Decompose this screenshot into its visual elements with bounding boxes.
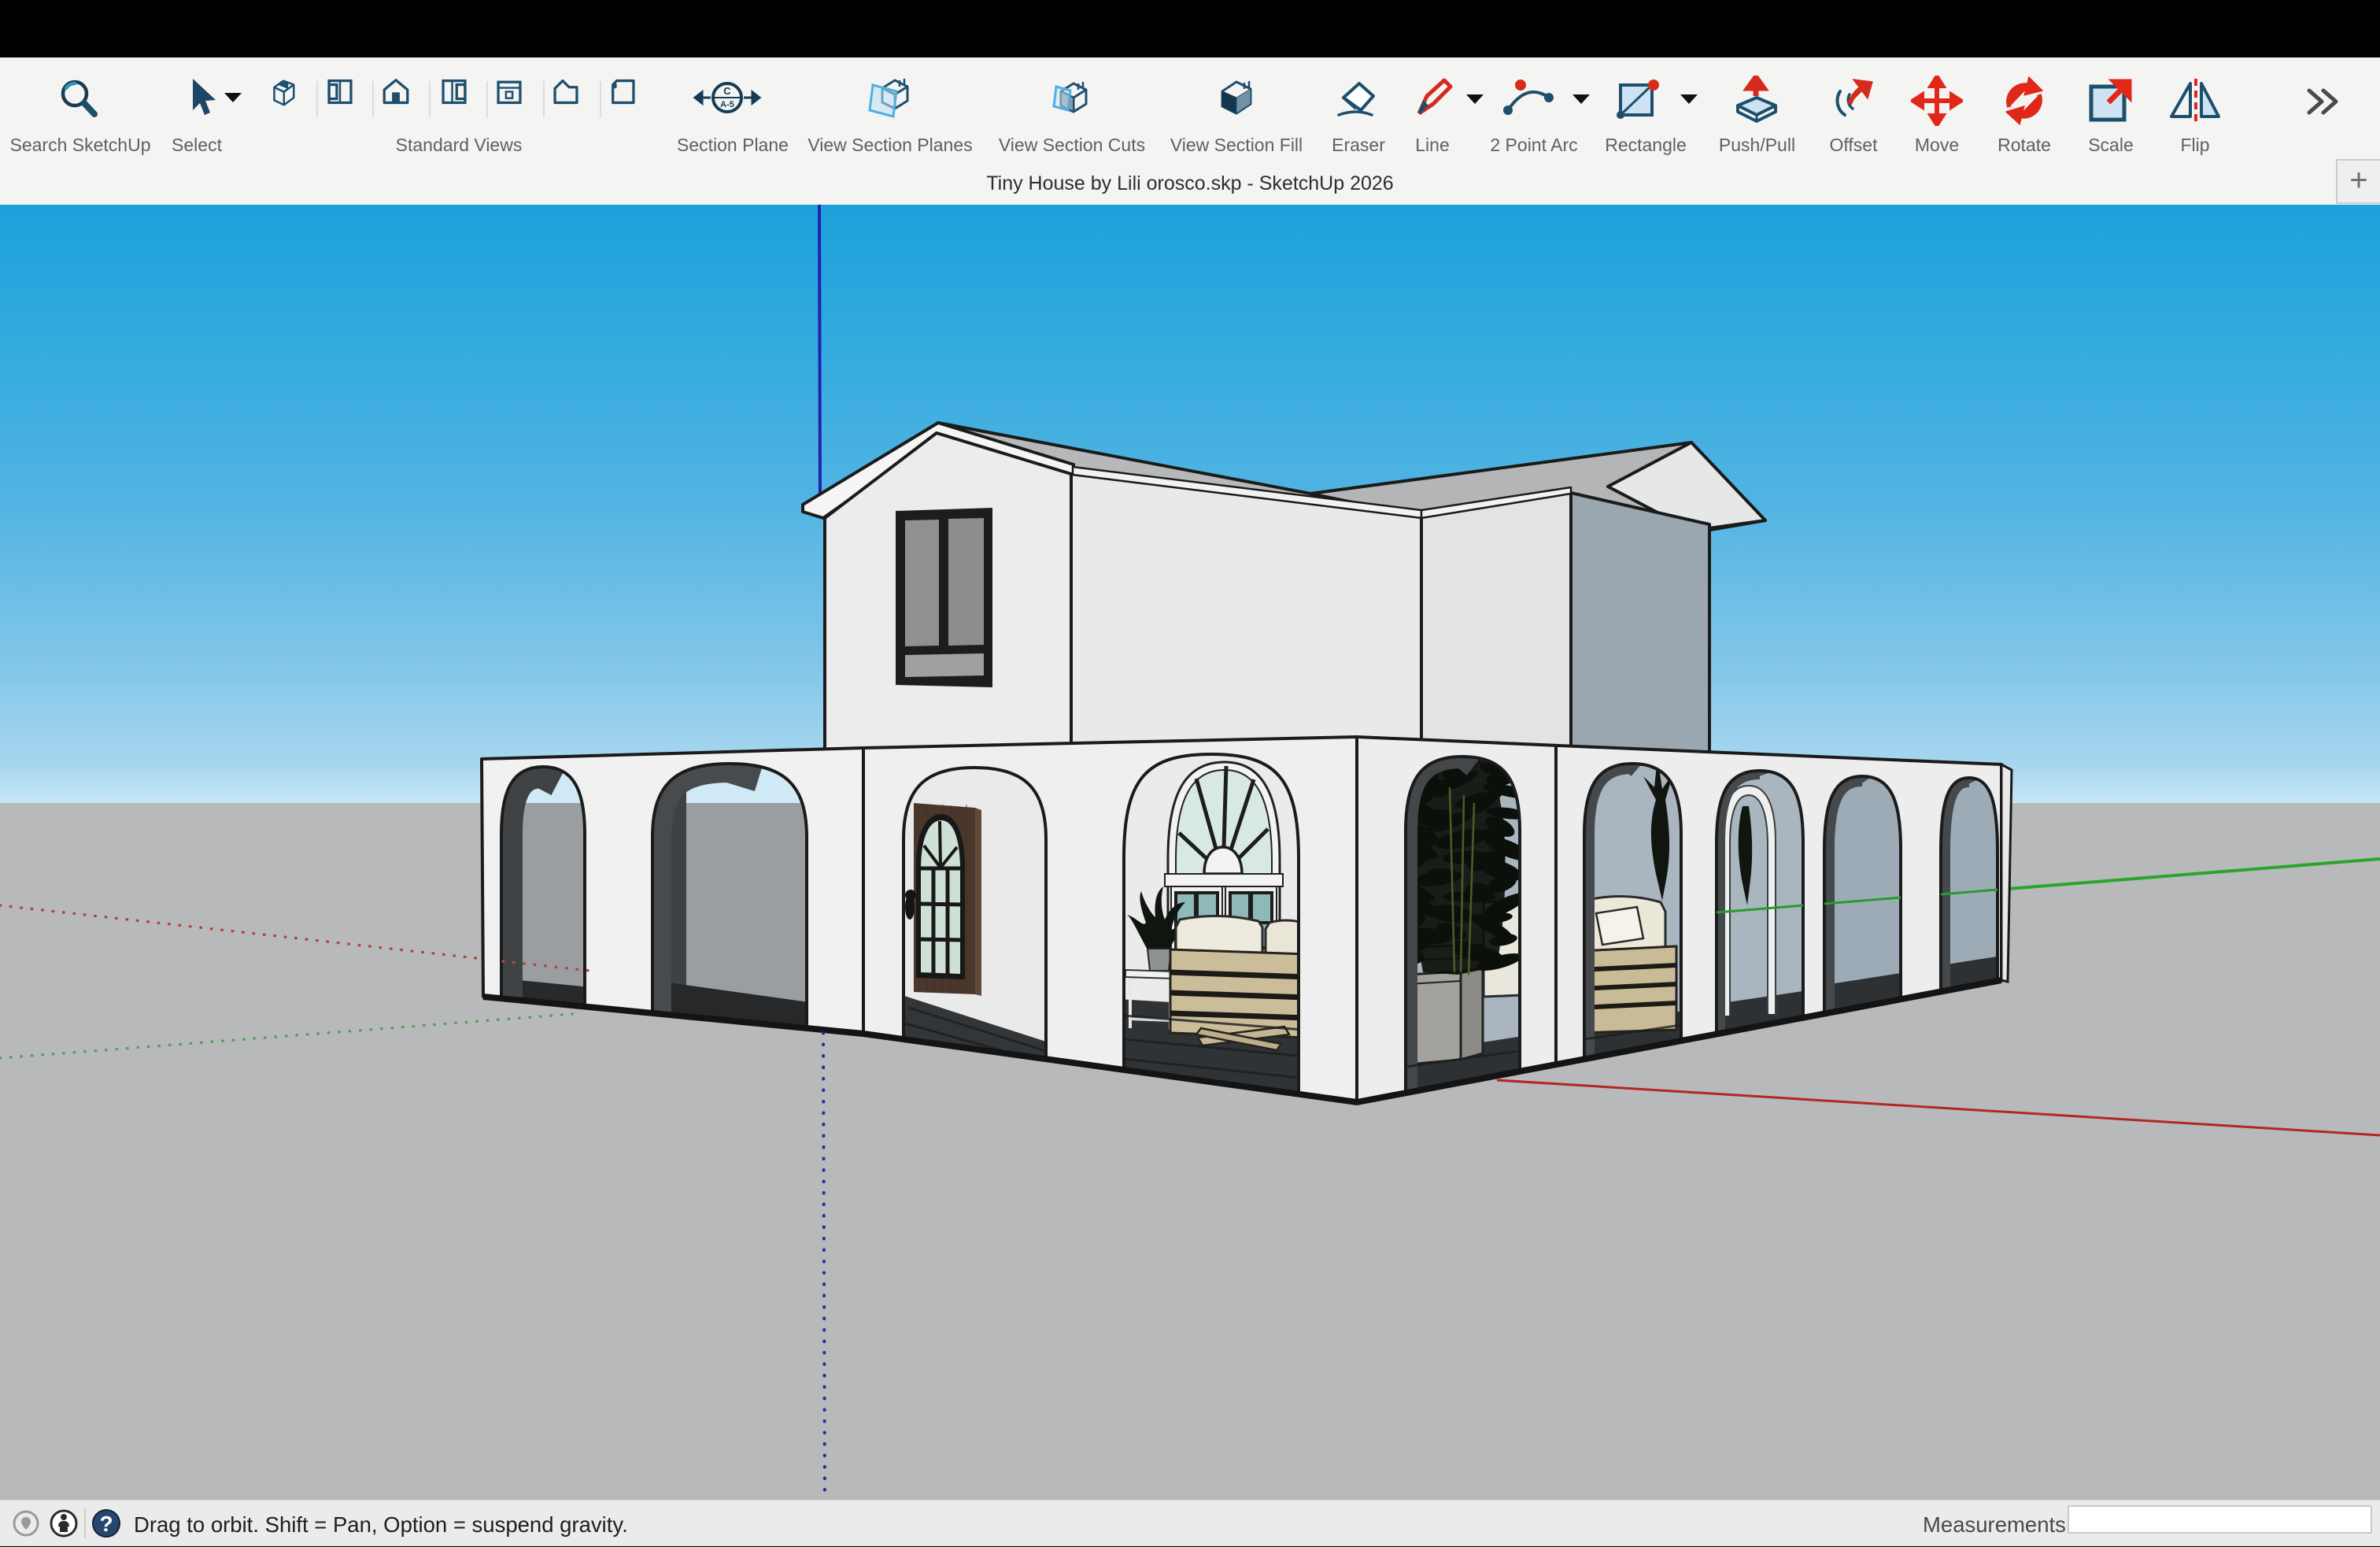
svg-text:?: ?	[99, 1512, 113, 1536]
svg-text:A-5: A-5	[720, 100, 734, 109]
svg-text:C: C	[723, 85, 731, 97]
